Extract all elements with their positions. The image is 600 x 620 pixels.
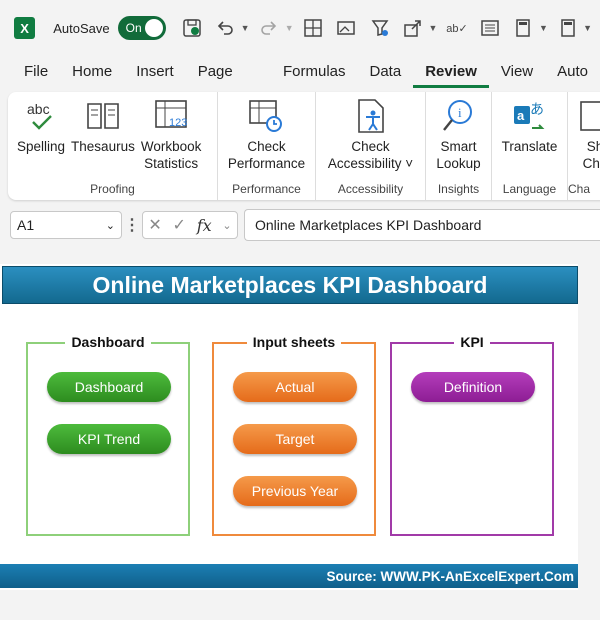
dashboard-section-header: Dashboard [65, 334, 151, 350]
smart-lookup-label: Smart Lookup [436, 139, 481, 171]
stats-icon-text: 123 [169, 117, 187, 129]
group-language: aあ Translate Language [492, 92, 568, 200]
check-performance-icon [249, 100, 283, 132]
target-button[interactable]: Target [233, 424, 357, 454]
smart-lookup-icon: i [443, 100, 473, 131]
group-insights: i Smart Lookup Insights [426, 92, 492, 200]
translate-icon: aあ [513, 102, 544, 129]
autosave-toggle[interactable]: On [117, 16, 167, 40]
qat-more-icon[interactable]: ▼ [583, 23, 592, 33]
redo-icon[interactable] [258, 16, 281, 40]
spelling-small-icon[interactable]: ab✓ [445, 16, 468, 40]
insert-function-icon[interactable]: fx [197, 216, 212, 235]
formula-buttons: ✕ ✓ fx ⌄ [142, 211, 238, 239]
tab-file[interactable]: File [0, 58, 60, 88]
autosave-label: AutoSave [53, 20, 110, 36]
input-sheets-section-header: Input sheets [246, 334, 342, 350]
group-accessibility: Check Accessibility ˅ Accessibility [316, 92, 426, 200]
spelling-icon: abc [27, 101, 52, 130]
image-icon[interactable] [335, 16, 358, 40]
group-changes: Sh Cha Cha [568, 92, 600, 200]
definition-button[interactable]: Definition [411, 372, 535, 402]
group-performance: Check Performance Performance [218, 92, 316, 200]
dashboard-section: Dashboard Dashboard KPI Trend [26, 334, 190, 536]
tab-review[interactable]: Review [413, 58, 489, 88]
tab-home[interactable]: Home [60, 58, 124, 88]
source-banner: Source: WWW.PK-AnExcelExpert.Com [0, 564, 578, 588]
kpi-section-header: KPI [454, 334, 490, 350]
enter-icon[interactable]: ✓ [173, 215, 186, 235]
group-label-performance: Performance [232, 182, 301, 196]
input-sheets-section: Input sheets Actual Target Previous Year [212, 334, 376, 536]
calculator-2-icon[interactable] [556, 16, 579, 40]
filter-icon[interactable] [368, 16, 391, 40]
translate-label: Translate [501, 139, 558, 154]
tab-formulas[interactable]: Formulas [271, 58, 358, 88]
ribbon-tabs: File Home Insert Page Layout Formulas Da… [0, 58, 600, 108]
tab-page-layout[interactable]: Page Layout [186, 58, 271, 108]
actual-button[interactable]: Actual [233, 372, 357, 402]
spelling-label: Spelling [17, 139, 66, 154]
svg-text:i: i [458, 105, 462, 120]
calculator-dropdown-icon[interactable]: ▼ [539, 23, 548, 33]
name-box[interactable]: A1 ⌄ [10, 211, 122, 239]
show-changes-label: Sh Cha [582, 139, 600, 171]
group-label-language: Language [502, 182, 557, 196]
show-changes-icon [580, 101, 600, 131]
share-icon[interactable] [401, 16, 424, 40]
function-dropdown-icon[interactable]: ⌄ [222, 219, 231, 232]
check-accessibility-icon [357, 99, 384, 133]
tab-data[interactable]: Data [358, 58, 414, 88]
svg-text:a: a [517, 108, 525, 123]
group-label-proofing: Proofing [90, 182, 135, 196]
group-label-changes: Cha [568, 182, 591, 196]
calculator-icon[interactable] [512, 16, 535, 40]
svg-text:あ: あ [530, 102, 544, 118]
check-performance-label: Check Performance [227, 139, 306, 171]
kpi-section: KPI Definition [390, 334, 554, 536]
worksheet-area[interactable]: Online Marketplaces KPI Dashboard Dashbo… [0, 264, 578, 590]
name-box-value: A1 [17, 217, 35, 233]
workbook-statistics-label: Workbook Statistics [140, 139, 202, 171]
save-icon[interactable] [180, 16, 203, 40]
tab-automate[interactable]: Auto [545, 58, 600, 88]
thesaurus-icon [87, 103, 119, 129]
spelling-icon-text: abc [27, 101, 50, 117]
name-box-dropdown-icon[interactable]: ⌄ [106, 219, 115, 232]
thesaurus-label: Thesaurus [71, 139, 135, 154]
group-label-insights: Insights [437, 182, 480, 196]
check-accessibility-label: Check Accessibility ˅ [327, 139, 414, 171]
form-icon[interactable] [479, 16, 502, 40]
share-dropdown-icon[interactable]: ▼ [429, 23, 438, 33]
quick-access-toolbar: X AutoSave On ▼ ▼ ▼ ab✓ ▼ ▼ [0, 0, 600, 56]
dashboard-button[interactable]: Dashboard [47, 372, 171, 402]
tab-view[interactable]: View [489, 58, 545, 88]
formula-bar: A1 ⌄ ⋮ ✕ ✓ fx ⌄ Online Marketplaces KPI … [0, 208, 600, 242]
tab-insert[interactable]: Insert [124, 58, 186, 88]
dashboard-title[interactable]: Online Marketplaces KPI Dashboard [2, 266, 578, 304]
previous-year-button[interactable]: Previous Year [233, 476, 357, 506]
group-label-accessibility: Accessibility [337, 182, 404, 196]
undo-dropdown-icon[interactable]: ▼ [241, 23, 250, 33]
autosave-toggle-state: On [125, 21, 142, 35]
more-options-icon[interactable]: ⋮ [122, 215, 142, 235]
ribbon-panel: abc Spelling Thesaurus 123 Workbook Stat… [8, 92, 600, 200]
workbook-statistics-icon: 123 [155, 100, 187, 129]
excel-logo-icon: X [14, 17, 36, 39]
borders-icon[interactable] [302, 16, 325, 40]
group-proofing: abc Spelling Thesaurus 123 Workbook Stat… [8, 92, 218, 200]
formula-input[interactable]: Online Marketplaces KPI Dashboard [244, 209, 600, 241]
undo-icon[interactable] [213, 16, 236, 40]
redo-dropdown-icon[interactable]: ▼ [285, 23, 294, 33]
cancel-icon[interactable]: ✕ [148, 215, 161, 235]
kpi-trend-button[interactable]: KPI Trend [47, 424, 171, 454]
